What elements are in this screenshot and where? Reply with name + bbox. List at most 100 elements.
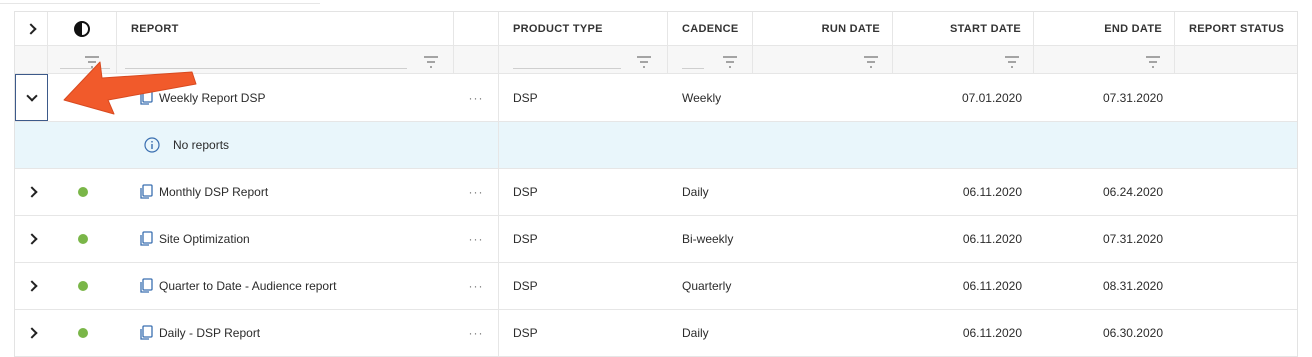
run-date-header[interactable]: RUN DATE xyxy=(753,12,893,45)
report-name[interactable]: Daily - DSP Report xyxy=(159,310,449,356)
product-type-header-label: PRODUCT TYPE xyxy=(513,22,603,35)
chevron-down-icon[interactable] xyxy=(25,90,38,102)
more-icon[interactable]: ··· xyxy=(469,326,484,340)
status-cell xyxy=(48,310,117,356)
filter-input-status[interactable] xyxy=(60,68,110,69)
start-date-text: 06.11.2020 xyxy=(962,185,1022,199)
filter-icon[interactable] xyxy=(423,56,439,68)
report-name-text: Weekly Report DSP xyxy=(159,90,266,105)
status-cell xyxy=(48,216,117,262)
run-date-cell xyxy=(753,74,893,121)
filter-icon[interactable] xyxy=(1145,56,1161,68)
filter-input-product-type[interactable] xyxy=(513,68,621,69)
end-date-header[interactable]: END DATE xyxy=(1034,12,1175,45)
filter-icon[interactable] xyxy=(722,56,738,68)
contrast-icon[interactable] xyxy=(74,20,90,37)
copy-icon xyxy=(140,325,153,340)
filter-icon[interactable] xyxy=(863,56,879,68)
report-type-cell xyxy=(139,216,159,262)
filter-input-cadence[interactable] xyxy=(682,68,704,69)
run-date-cell xyxy=(753,169,893,215)
filter-cell-report[interactable] xyxy=(117,46,454,73)
start-date-cell: 06.11.2020 xyxy=(893,216,1034,262)
more-icon[interactable]: ··· xyxy=(469,232,484,246)
chevron-right-icon[interactable] xyxy=(25,327,38,339)
report-status-header[interactable]: REPORT STATUS xyxy=(1175,12,1297,45)
start-date-text: 06.11.2020 xyxy=(962,232,1022,246)
end-date-text: 06.24.2020 xyxy=(1102,185,1163,199)
report-status-cell xyxy=(1175,169,1297,215)
start-date-cell: 06.11.2020 xyxy=(893,169,1034,215)
row-actions[interactable]: ··· xyxy=(454,169,499,215)
report-name[interactable]: Site Optimization xyxy=(159,216,449,262)
status-header[interactable] xyxy=(48,12,117,45)
product-type-cell: DSP xyxy=(499,74,668,121)
filter-cell-product-type[interactable] xyxy=(499,46,668,73)
report-name[interactable]: Weekly Report DSP xyxy=(159,74,449,121)
start-date-header[interactable]: START DATE xyxy=(893,12,1034,45)
filter-icon[interactable] xyxy=(636,56,652,68)
table-row[interactable]: Site Optimization ··· DSP Bi-weekly 06.1… xyxy=(15,216,1297,263)
report-name[interactable]: Monthly DSP Report xyxy=(159,169,449,215)
end-date-cell: 07.31.2020 xyxy=(1034,216,1175,262)
filter-icon[interactable] xyxy=(84,56,100,68)
table-row[interactable]: Monthly DSP Report ··· DSP Daily 06.11.2… xyxy=(15,169,1297,216)
product-type-cell: DSP xyxy=(499,263,668,309)
status-cell xyxy=(48,263,117,309)
expand-row-button[interactable] xyxy=(15,310,48,356)
end-date-cell: 06.24.2020 xyxy=(1034,169,1175,215)
filter-row xyxy=(15,46,1297,74)
product-type-text: DSP xyxy=(513,232,538,246)
product-type-header[interactable]: PRODUCT TYPE xyxy=(499,12,668,45)
filter-icon[interactable] xyxy=(1004,56,1020,68)
row-actions[interactable]: ··· xyxy=(454,74,499,121)
expand-header[interactable] xyxy=(15,12,48,45)
report-header[interactable]: REPORT xyxy=(117,12,454,45)
start-date-cell: 06.11.2020 xyxy=(893,310,1034,356)
filter-cell-end-date[interactable] xyxy=(1034,46,1175,73)
expand-row-button[interactable] xyxy=(15,216,48,262)
more-icon[interactable]: ··· xyxy=(469,91,484,105)
chevron-right-icon[interactable] xyxy=(25,186,38,198)
filter-cell-report-status xyxy=(1175,46,1297,73)
chevron-right-icon[interactable] xyxy=(25,22,37,35)
top-divider xyxy=(0,0,320,4)
report-status-header-label: REPORT STATUS xyxy=(1189,22,1285,35)
start-date-text: 07.01.2020 xyxy=(961,90,1022,105)
table-row[interactable]: Quarter to Date - Audience report ··· DS… xyxy=(15,263,1297,310)
collapse-row-button[interactable] xyxy=(15,74,48,121)
row-actions[interactable]: ··· xyxy=(454,310,499,356)
end-date-cell: 08.31.2020 xyxy=(1034,263,1175,309)
expand-row-button[interactable] xyxy=(15,263,48,309)
report-status-cell xyxy=(1175,216,1297,262)
more-icon[interactable]: ··· xyxy=(469,279,484,293)
more-icon[interactable]: ··· xyxy=(469,185,484,199)
start-date-text: 06.11.2020 xyxy=(962,279,1022,293)
expand-row-button[interactable] xyxy=(15,169,48,215)
report-header-label: REPORT xyxy=(131,22,179,35)
report-name[interactable]: Quarter to Date - Audience report xyxy=(159,263,449,309)
copy-icon xyxy=(140,184,153,199)
table-row[interactable]: Daily - DSP Report ··· DSP Daily 06.11.2… xyxy=(15,310,1297,357)
cadence-text: Bi-weekly xyxy=(682,232,734,246)
status-dot xyxy=(77,187,88,197)
filter-cell-run-date[interactable] xyxy=(753,46,893,73)
filter-cell-actions xyxy=(454,46,499,73)
filter-cell-start-date[interactable] xyxy=(893,46,1034,73)
header-row: REPORT PRODUCT TYPE CADENCE RUN DATE STA… xyxy=(15,12,1297,46)
report-type-cell xyxy=(139,169,159,215)
report-name-text: Site Optimization xyxy=(159,232,250,246)
filter-input-report[interactable] xyxy=(125,68,407,69)
cadence-header[interactable]: CADENCE xyxy=(668,12,753,45)
chevron-right-icon[interactable] xyxy=(25,233,38,245)
filter-cell-cadence[interactable] xyxy=(668,46,753,73)
chevron-right-icon[interactable] xyxy=(25,280,38,292)
start-date-header-label: START DATE xyxy=(949,22,1021,35)
table-row-expanded[interactable]: Weekly Report DSP ··· DSP Weekly 07.01.2… xyxy=(15,74,1297,122)
row-actions[interactable]: ··· xyxy=(454,263,499,309)
product-type-text: DSP xyxy=(513,279,538,293)
filter-cell-status[interactable] xyxy=(48,46,117,73)
end-date-cell: 06.30.2020 xyxy=(1034,310,1175,356)
detail-message: No reports xyxy=(173,138,230,152)
row-actions[interactable]: ··· xyxy=(454,216,499,262)
